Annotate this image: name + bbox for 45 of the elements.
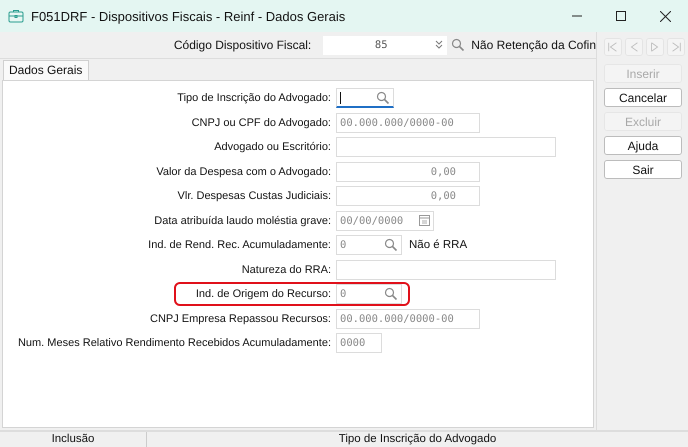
description-text: Não é RRA <box>409 239 468 252</box>
maximize-icon[interactable] <box>616 11 626 21</box>
input-field[interactable]: 0000 <box>336 333 382 354</box>
input-field[interactable]: 00/00/0000 <box>336 210 434 231</box>
search-icon[interactable] <box>376 90 390 105</box>
action-button[interactable]: Ajuda <box>604 136 682 155</box>
field-label: Advogado ou Escritório: <box>213 141 332 154</box>
field-label: Vlr. Despesas Custas Judiciais: <box>176 190 332 202</box>
field-label: Ind. de Origem do Recurso: <box>194 288 332 300</box>
input-field[interactable]: 0 <box>336 235 402 256</box>
input-field[interactable]: 00.000.000/0000-00 <box>336 308 480 329</box>
input-field[interactable] <box>336 88 394 108</box>
status-text: Inclusão <box>0 432 147 447</box>
field-label: Data atribuída laudo moléstia grave: <box>153 214 332 227</box>
field-label: Tipo de Inscrição do Advogado: <box>176 92 332 104</box>
search-icon[interactable] <box>451 38 466 52</box>
window-title: F051DRF - Dispositivos Fiscais - Reinf - Dados Gerais <box>31 8 346 24</box>
input-field[interactable]: 0,00 <box>336 162 480 182</box>
nav-arrow-icon <box>649 41 661 53</box>
field-label: Ind. de Rend. Rec. Acumuladamente: <box>147 239 332 252</box>
spin-icon[interactable] <box>435 40 444 50</box>
input-field[interactable]: 0,00 <box>336 186 480 206</box>
action-button[interactable]: Cancelar <box>604 88 682 107</box>
field-label: Valor da Despesa com o Advogado: <box>155 166 332 178</box>
tab[interactable]: Dados Gerais <box>3 60 90 80</box>
search-icon[interactable] <box>384 287 398 302</box>
status-text: Tipo de Inscrição do Advogado <box>338 432 498 447</box>
briefcase-icon <box>8 9 24 23</box>
input-field[interactable]: 00.000.000/0000-00 <box>336 112 480 133</box>
field-label: CNPJ Empresa Repassou Recursos: <box>149 312 332 325</box>
field-label: Num. Meses Relativo Rendimento Recebidos Acumuladamente: <box>16 337 332 350</box>
code-field[interactable]: 85 <box>323 36 448 54</box>
input-field[interactable] <box>336 137 556 158</box>
field-label: Código Dispositivo Fiscal: <box>174 38 312 52</box>
field-label: CNPJ ou CPF do Advogado: <box>190 116 332 129</box>
nav-arrow-icon <box>670 41 682 53</box>
search-icon[interactable] <box>384 238 398 252</box>
input-field[interactable]: 0 <box>336 284 402 304</box>
nav-arrow-icon <box>607 41 619 53</box>
action-button[interactable]: Sair <box>604 160 682 179</box>
close-icon[interactable] <box>660 10 671 22</box>
field-label: Natureza do RRA: <box>240 264 332 276</box>
calendar-icon[interactable] <box>419 215 430 226</box>
input-field[interactable] <box>336 260 556 280</box>
description-text: Não Retenção da Cofin <box>471 38 596 52</box>
